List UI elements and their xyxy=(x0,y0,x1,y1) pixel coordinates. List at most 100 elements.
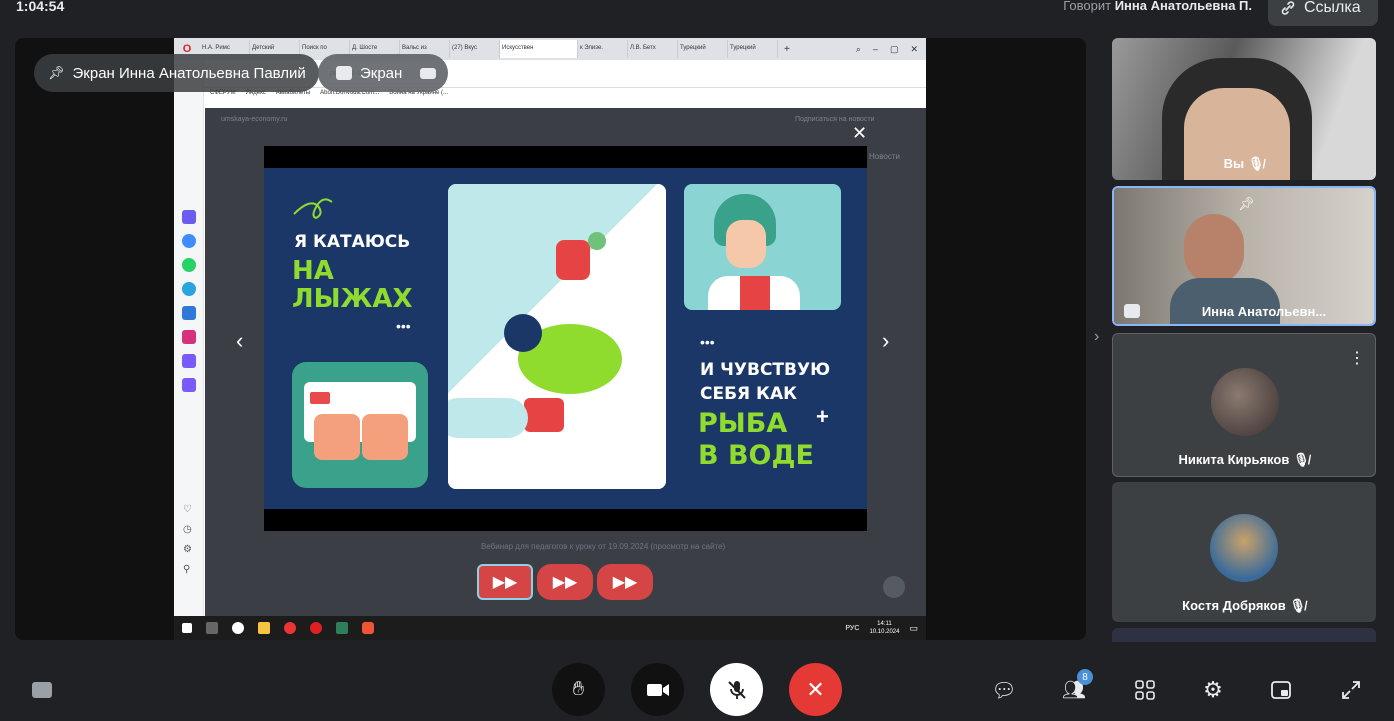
pin-icon: 📌︎ xyxy=(48,65,65,80)
vk-icon[interactable] xyxy=(182,306,196,320)
participant-tile-partial xyxy=(1112,628,1376,642)
search-tabs-icon[interactable]: ⌕ xyxy=(856,44,861,55)
slide-text-line: РЫБА xyxy=(698,408,788,439)
start-icon[interactable] xyxy=(182,623,192,633)
close-icon: ✕ xyxy=(806,676,825,702)
mic-off-icon: 🎙︎̸ xyxy=(1292,452,1310,467)
chat-button[interactable]: 💬︎ xyxy=(986,672,1022,708)
meeting-timer: 1:04:54 xyxy=(16,0,65,14)
browser-sidebar: ♡ ◷ ⚙ ⚲ xyxy=(174,60,204,616)
slide-dots: ••• xyxy=(700,334,715,350)
slide-text-line: В ВОДЕ xyxy=(698,440,815,471)
shared-screen: O Н.А. Римс Детский Поиск по Д. Шосте Ва… xyxy=(174,38,926,640)
gear-icon: ⚙ xyxy=(1203,677,1223,702)
clock-date: 10.10.2024 xyxy=(869,629,900,635)
expand-icon xyxy=(1342,681,1360,699)
prev-slide-icon[interactable]: ‹ xyxy=(236,328,243,354)
mic-button[interactable] xyxy=(710,663,763,716)
instagram-icon[interactable] xyxy=(182,330,196,344)
screen-toggle[interactable]: Экран xyxy=(318,54,448,92)
participants-button[interactable]: 👥︎ 8 xyxy=(1056,669,1093,708)
screen-owner-label: Экран Инна Анатольевна Павлий xyxy=(72,64,306,82)
fast-forward-icon[interactable]: ▶▶ xyxy=(537,564,593,600)
screen-owner-pill[interactable]: 📌︎ Экран Инна Анатольевна Павлий xyxy=(34,54,319,92)
more-options-icon[interactable]: ⋮ xyxy=(1349,348,1365,368)
tray-lang[interactable]: РУС xyxy=(845,625,859,632)
pip-button[interactable] xyxy=(1263,672,1299,708)
browser-tab-active[interactable]: Искусствен xyxy=(500,40,578,58)
screen-share-icon xyxy=(336,66,352,80)
page-subscribe-text: Подписаться на новости xyxy=(795,116,875,123)
folder-icon[interactable] xyxy=(258,622,270,634)
minimize-icon[interactable]: – xyxy=(873,44,878,55)
clock-time: 14:11 xyxy=(877,621,892,627)
participant-tile[interactable]: 📌︎ Инна Анатольевн... xyxy=(1112,186,1376,326)
chat-icon: 💬︎ xyxy=(991,679,1017,702)
avatar xyxy=(1210,514,1278,582)
browser-tab[interactable]: Турецкий xyxy=(678,40,728,58)
participant-tile[interactable]: ⋮ Никита Кирьяков 🎙︎̸ xyxy=(1112,333,1376,477)
settings-icon[interactable]: ⚙ xyxy=(183,544,192,555)
grid-icon xyxy=(1135,680,1155,700)
speaking-name: Инна Анатольевна П. xyxy=(1114,0,1252,13)
page-site-text: umskaya-economy.ru xyxy=(221,116,288,123)
yandex-icon[interactable] xyxy=(232,622,244,634)
close-icon[interactable]: ✕ xyxy=(852,123,867,144)
slide-text-line: СЕБЯ КАК xyxy=(700,384,798,404)
webinar-text: Вебинар для педагогов к уроку от 19.09.2… xyxy=(481,542,726,551)
messenger-icon[interactable] xyxy=(182,234,196,248)
camera-button[interactable] xyxy=(631,663,684,716)
fast-forward-icon[interactable]: ▶▶ xyxy=(597,564,653,600)
screen-toggle-label: Экран xyxy=(360,64,403,82)
fullscreen-button[interactable] xyxy=(1333,672,1369,708)
mic-off-icon xyxy=(727,680,746,699)
share-screen-button[interactable] xyxy=(24,672,60,708)
brave-icon[interactable] xyxy=(362,622,374,634)
task-view-icon[interactable] xyxy=(206,622,218,634)
copy-link-button[interactable]: Ссылка xyxy=(1268,0,1378,26)
raise-hand-button[interactable]: ✋︎ xyxy=(552,663,605,716)
aria-icon[interactable] xyxy=(182,210,196,224)
whatsapp-icon[interactable] xyxy=(182,258,196,272)
hand-icon: ✋︎ xyxy=(572,678,585,700)
music-icon[interactable] xyxy=(182,354,196,368)
skier-illustration xyxy=(448,184,666,489)
close-window-icon[interactable]: ✕ xyxy=(910,44,918,55)
notification-icon[interactable]: ▭ xyxy=(909,623,918,634)
slide-text-line: НА xyxy=(292,256,334,286)
end-call-button[interactable]: ✕ xyxy=(789,663,842,716)
picture-in-picture-icon xyxy=(1271,681,1291,699)
browser-tab[interactable]: Турецкий xyxy=(728,40,778,58)
participant-count-badge: 8 xyxy=(1077,669,1093,685)
participant-tile[interactable]: Костя Добряков 🎙︎̸ xyxy=(1112,482,1376,622)
yandex-browser-icon[interactable] xyxy=(284,622,296,634)
new-tab-icon[interactable]: + xyxy=(778,44,790,55)
player-icon[interactable] xyxy=(182,378,196,392)
windows-taskbar: РУС 14:11 10.10.2024 ▭ xyxy=(174,616,926,640)
next-slide-icon[interactable]: › xyxy=(882,328,889,354)
collapse-panel-icon[interactable]: › xyxy=(1094,328,1099,346)
slide-text-line: Я КАТАЮСЬ xyxy=(294,232,411,252)
heart-icon[interactable]: ♡ xyxy=(183,504,192,515)
face-shape xyxy=(1184,214,1244,284)
tray-clock[interactable]: 14:11 10.10.2024 xyxy=(869,620,899,636)
browser-tab[interactable]: Л.В. Бетх xyxy=(628,40,678,58)
lightbulb-icon[interactable]: ⚲ xyxy=(183,564,190,575)
slide-dots: ••• xyxy=(396,318,411,334)
history-icon[interactable]: ◷ xyxy=(183,524,192,535)
browser-tab[interactable]: (27) Вкус xyxy=(450,40,500,58)
app-icon[interactable] xyxy=(336,622,348,634)
fast-forward-icon[interactable]: ▶▶ xyxy=(477,564,533,600)
slide-image: Я КАТАЮСЬ НА ЛЫЖАХ ••• ••• И ЧУВСТВУЮ СЕ… xyxy=(264,168,867,509)
maximize-icon[interactable]: ▢ xyxy=(890,44,899,55)
camera-icon xyxy=(646,683,669,696)
browser-tab[interactable]: к Элизе. xyxy=(578,40,628,58)
settings-button[interactable]: ⚙ xyxy=(1195,672,1231,708)
opera-icon[interactable] xyxy=(310,622,322,634)
active-speaker: Говорит Инна Анатольевна П. xyxy=(1063,0,1252,13)
avatar xyxy=(1211,368,1279,436)
telegram-icon[interactable] xyxy=(182,282,196,296)
layout-grid-button[interactable] xyxy=(1127,672,1163,708)
scroll-top-icon[interactable] xyxy=(883,576,905,598)
participant-tile[interactable]: Вы 🎙︎̸ xyxy=(1112,38,1376,180)
